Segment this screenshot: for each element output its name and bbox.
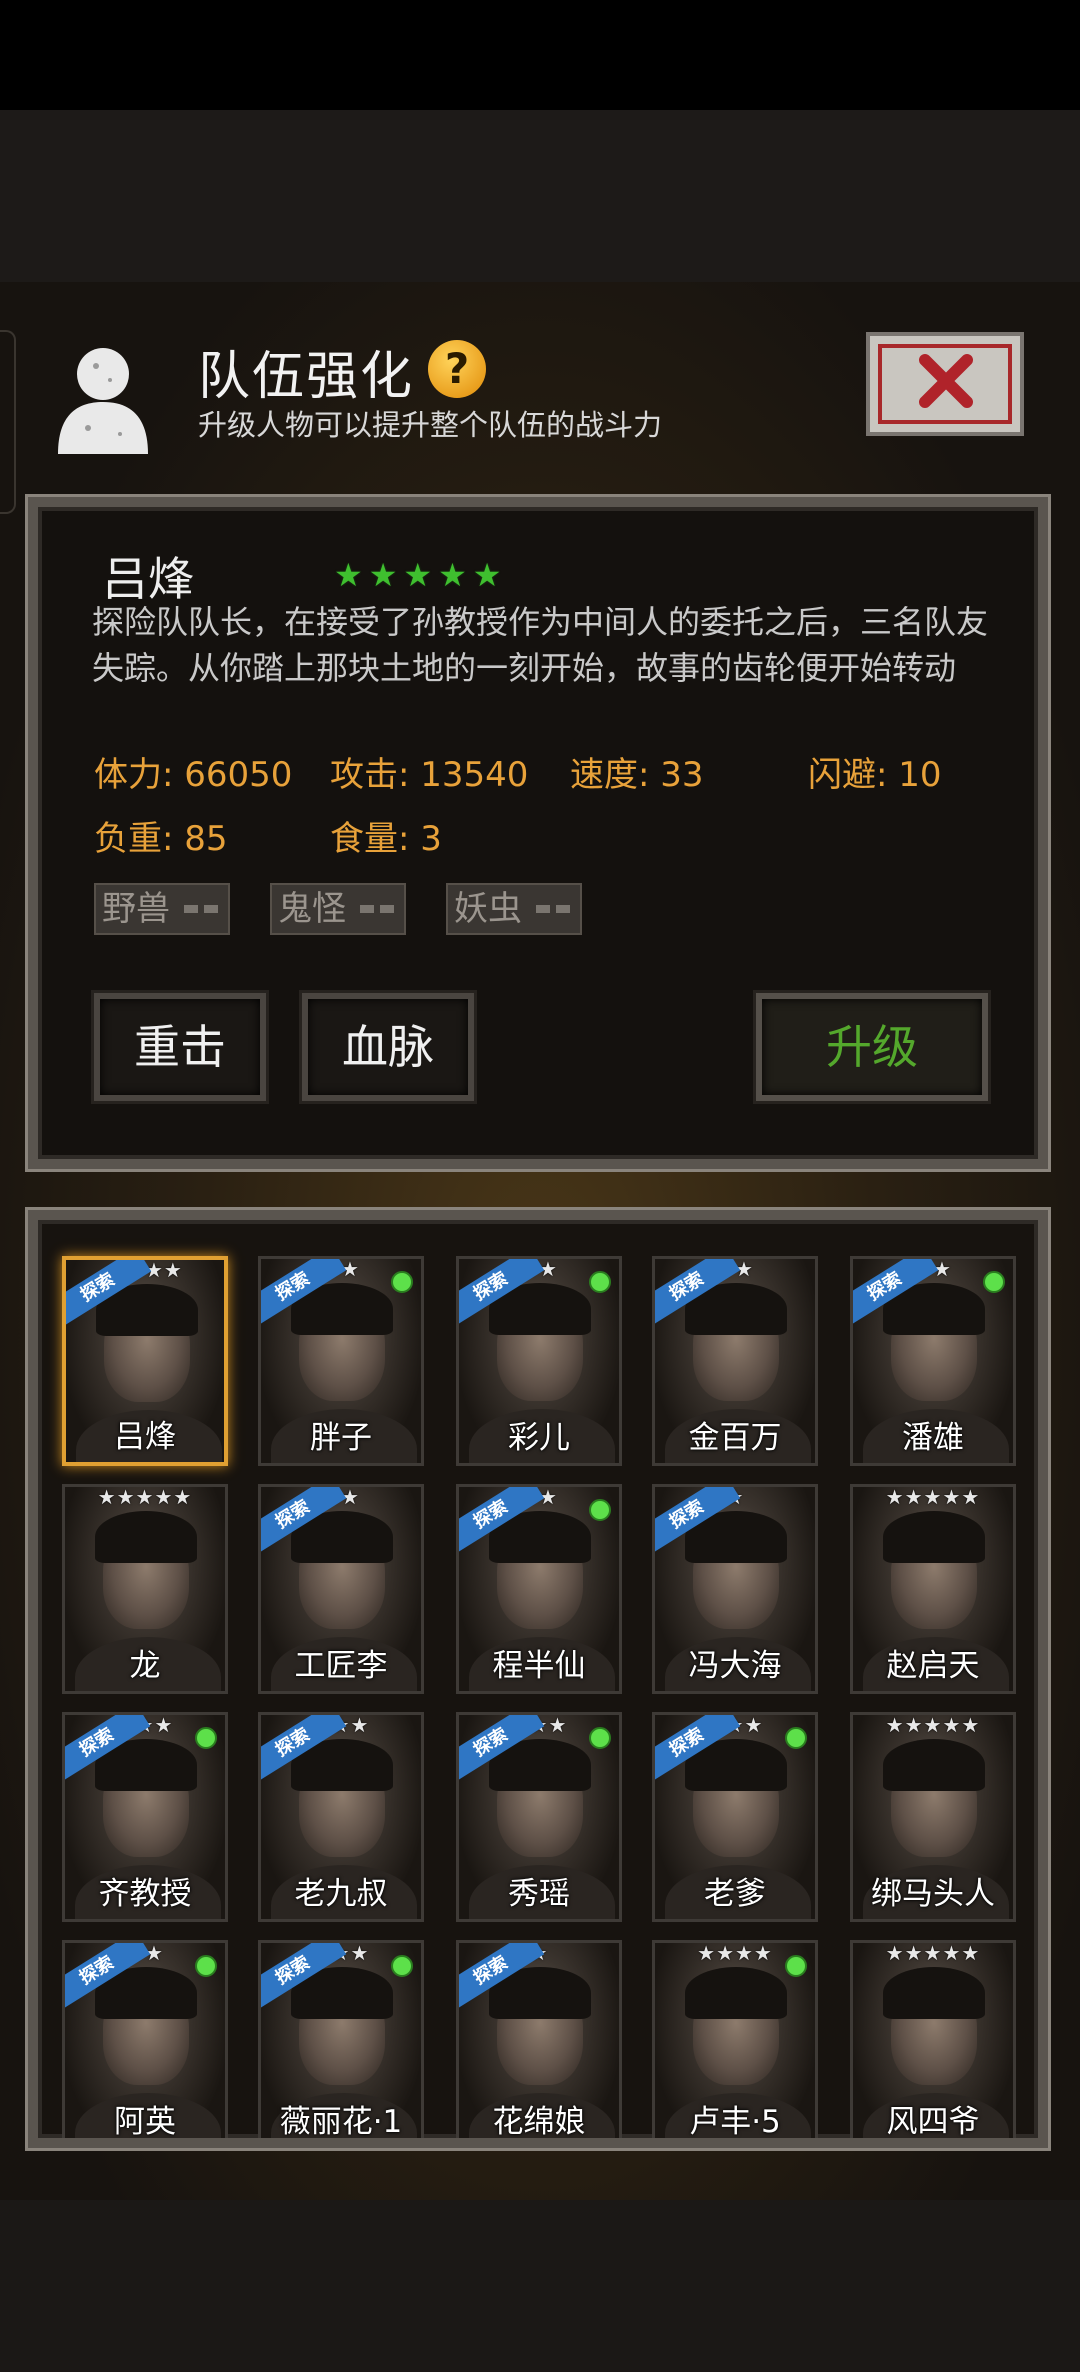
character-card[interactable]: ★探索冯大海 xyxy=(652,1484,818,1694)
stat-speed: 速度: 33 xyxy=(570,755,704,795)
character-card-name: 老爹 xyxy=(704,1876,766,1912)
character-card-name: 卢丰·5 xyxy=(689,2104,781,2140)
card-stars: ★★★★★ xyxy=(885,1941,981,1965)
character-card-name: 风四爷 xyxy=(886,2104,980,2140)
character-card-name: 阿英 xyxy=(114,2104,176,2140)
character-card-name: 龙 xyxy=(129,1648,161,1684)
help-icon[interactable]: ? xyxy=(428,340,486,398)
character-card[interactable]: ★★★探索老九叔 xyxy=(258,1712,424,1922)
character-card[interactable]: ★★探索彩儿 xyxy=(456,1256,622,1466)
available-dot-icon xyxy=(391,1955,413,1977)
character-card-name: 冯大海 xyxy=(688,1648,782,1684)
portrait-hair xyxy=(883,1739,985,1791)
character-card[interactable]: ★★★探索秀瑶 xyxy=(456,1712,622,1922)
character-card-name: 潘雄 xyxy=(902,1420,964,1456)
page-subtitle: 升级人物可以提升整个队伍的战斗力 xyxy=(198,408,663,442)
available-dot-icon xyxy=(589,1271,611,1293)
portrait-hair xyxy=(685,1967,787,2019)
available-dot-icon xyxy=(195,1727,217,1749)
character-card-name: 齐教授 xyxy=(98,1876,192,1912)
star-icon: ★ xyxy=(334,556,363,594)
character-card[interactable]: ★★探索阿英 xyxy=(62,1940,228,2140)
stat-dodge: 闪避: 10 xyxy=(808,755,942,795)
upgrade-button[interactable]: 升级 xyxy=(756,993,988,1101)
stat-stamina: 体力: 66050 xyxy=(94,755,293,795)
character-card[interactable]: ★★★★★ 龙 xyxy=(62,1484,228,1694)
character-card[interactable]: ★★★★★ 风四爷 xyxy=(850,1940,1016,2140)
star-icon: ★ xyxy=(403,556,433,594)
heavy-strike-button[interactable]: 重击 xyxy=(94,993,266,1101)
character-card-name: 胖子 xyxy=(310,1420,372,1456)
available-dot-icon xyxy=(589,1727,611,1749)
stat-food: 食量: 3 xyxy=(330,819,442,859)
character-card-name: 花绵娘 xyxy=(492,2104,586,2140)
available-dot-icon xyxy=(785,1955,807,1977)
available-dot-icon xyxy=(785,1727,807,1749)
available-dot-icon xyxy=(391,1271,413,1293)
character-card-name: 彩儿 xyxy=(508,1420,570,1456)
character-info-panel: 吕烽 ★ ★ ★ ★ ★ 探险队队长，在接受了孙教授作为中间人的委托之后，三名队… xyxy=(28,497,1048,1169)
character-card[interactable]: ★探索花绵娘 xyxy=(456,1940,622,2140)
portrait-hair xyxy=(883,1967,985,2019)
character-card-name: 薇丽花·1 xyxy=(279,2104,403,2140)
available-dot-icon xyxy=(589,1499,611,1521)
character-card-name: 工匠李 xyxy=(294,1648,388,1684)
card-stars: ★★★★★ xyxy=(885,1713,981,1737)
character-grid: ★★★★探索吕烽★★探索胖子★★探索彩儿★★探索金百万★★探索潘雄★★★★★龙★… xyxy=(28,1210,1048,2148)
available-dot-icon xyxy=(983,1271,1005,1293)
character-card-name: 老九叔 xyxy=(294,1876,388,1912)
available-dot-icon xyxy=(195,1955,217,1977)
header: 队伍强化 ? 升级人物可以提升整个队伍的战斗力 xyxy=(40,320,1040,460)
silhouette-avatar-icon xyxy=(58,348,148,454)
bottom-band xyxy=(0,2200,1080,2372)
close-button[interactable] xyxy=(866,332,1024,436)
character-card-name: 金百万 xyxy=(688,1420,782,1456)
character-card[interactable]: ★★探索程半仙 xyxy=(456,1484,622,1694)
star-icon: ★ xyxy=(368,556,398,594)
star-icon: ★ xyxy=(438,556,467,594)
character-card[interactable]: ★★探索工匠李 xyxy=(258,1484,424,1694)
star-rating: ★ ★ ★ ★ ★ xyxy=(334,559,501,591)
status-bar xyxy=(0,0,1080,110)
character-description: 探险队队长，在接受了孙教授作为中间人的委托之后，三名队友失踪。从你踏上那块土地的… xyxy=(92,603,989,687)
portrait-hair xyxy=(95,1511,197,1563)
character-card[interactable]: ★★★★探索吕烽 xyxy=(62,1256,228,1466)
character-card-name: 秀瑶 xyxy=(508,1876,570,1912)
character-card[interactable]: ★★探索胖子 xyxy=(258,1256,424,1466)
portrait-hair xyxy=(883,1511,985,1563)
stat-load: 负重: 85 xyxy=(94,819,228,859)
star-icon: ★ xyxy=(472,556,502,594)
character-card-name: 绑马头人 xyxy=(871,1876,995,1912)
tag-ghost: 鬼怪 xyxy=(270,883,406,935)
character-card[interactable]: ★★★探索薇丽花·1 xyxy=(258,1940,424,2140)
card-stars: ★★★★★ xyxy=(97,1485,193,1509)
close-icon xyxy=(919,354,973,408)
stat-attack: 攻击: 13540 xyxy=(330,755,529,795)
character-card[interactable]: ★★★★★ 绑马头人 xyxy=(850,1712,1016,1922)
character-card[interactable]: ★★★★★ 赵启天 xyxy=(850,1484,1016,1694)
character-card-name: 赵启天 xyxy=(886,1648,980,1684)
character-card[interactable]: ★★探索潘雄 xyxy=(850,1256,1016,1466)
character-card[interactable]: ★★★探索齐教授 xyxy=(62,1712,228,1922)
character-card[interactable]: ★★探索金百万 xyxy=(652,1256,818,1466)
character-card[interactable]: ★★★★ 卢丰·5 xyxy=(652,1940,818,2140)
character-card-name: 吕烽 xyxy=(114,1419,176,1455)
page-title: 队伍强化 xyxy=(198,347,415,407)
character-card-name: 程半仙 xyxy=(492,1648,586,1684)
tag-insect: 妖虫 xyxy=(446,883,582,935)
tag-beast: 野兽 xyxy=(94,883,230,935)
card-stars: ★★★★★ xyxy=(885,1485,981,1509)
side-drawer-handle[interactable] xyxy=(0,330,16,514)
top-band xyxy=(0,110,1080,282)
character-card[interactable]: ★★★探索老爹 xyxy=(652,1712,818,1922)
bloodline-button[interactable]: 血脉 xyxy=(302,993,474,1101)
